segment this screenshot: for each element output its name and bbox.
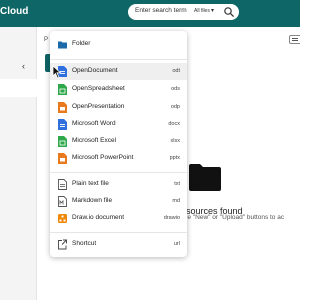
menu-item-extension: ods	[171, 86, 180, 92]
menu-item-label: OpenDocument	[72, 67, 118, 74]
spreadsheet-icon	[58, 84, 67, 95]
menu-item-openpresentation[interactable]: OpenPresentation odp	[50, 99, 187, 116]
menu-item-label: Plain text file	[72, 180, 109, 187]
search-bar[interactable]: Enter search term All files ▾	[128, 4, 239, 20]
menu-divider	[50, 59, 187, 60]
menu-item-extension: odp	[170, 104, 180, 110]
presentation-icon	[58, 102, 67, 113]
menu-item-extension: pptx	[169, 155, 180, 161]
menu-item-openspreadsheet[interactable]: OpenSpreadsheet ods	[50, 81, 187, 98]
menu-item-label: Folder	[72, 40, 91, 47]
app-brand[interactable]: Cloud	[0, 6, 28, 17]
drawio-icon	[58, 214, 67, 223]
new-item-menu: Folder OpenDocument odt OpenSpreadsheet …	[50, 31, 187, 257]
menu-item-label: Microsoft Excel	[72, 137, 117, 144]
menu-item-plain-text-file[interactable]: Plain text file txt	[50, 176, 187, 193]
breadcrumb[interactable]: P	[44, 37, 48, 43]
folder-icon	[58, 41, 67, 49]
chevron-down-icon[interactable]: ▾	[211, 7, 214, 14]
spreadsheet-icon	[58, 136, 67, 147]
menu-item-microsoft-word[interactable]: Microsoft Word docx	[50, 116, 187, 133]
mouse-pointer-icon	[52, 65, 62, 79]
empty-state-subtitle: the "New" or "Upload" buttons to ac	[182, 214, 285, 221]
document-icon	[58, 119, 67, 130]
menu-item-opendocument[interactable]: OpenDocument odt	[50, 63, 187, 80]
text-file-icon	[58, 179, 67, 190]
menu-item-extension: drawio	[163, 215, 180, 221]
search-input[interactable]: Enter search term	[135, 7, 187, 14]
menu-item-folder[interactable]: Folder	[50, 36, 187, 53]
menu-item-markdown-file[interactable]: Markdown file md	[50, 193, 187, 210]
menu-item-extension: docx	[168, 121, 180, 127]
markdown-file-icon	[58, 196, 67, 207]
menu-item-extension: url	[173, 241, 180, 247]
menu-item-label: Microsoft Word	[72, 120, 116, 127]
menu-item-extension: txt	[174, 181, 180, 187]
search-icon[interactable]	[223, 6, 235, 18]
menu-divider	[50, 172, 187, 173]
menu-item-label: OpenPresentation	[72, 103, 125, 110]
menu-divider	[50, 232, 187, 233]
menu-item-microsoft-powerpoint[interactable]: Microsoft PowerPoint pptx	[50, 150, 187, 167]
menu-item-extension: odt	[172, 68, 180, 74]
menu-item-label: Microsoft PowerPoint	[72, 154, 134, 161]
menu-item-label: OpenSpreadsheet	[72, 85, 125, 92]
menu-item-label: Shortcut	[72, 240, 97, 247]
menu-item-drawio-document[interactable]: Draw.io document drawio	[50, 210, 187, 227]
search-filter-select[interactable]: All files	[194, 8, 210, 14]
menu-item-label: Draw.io document	[72, 214, 125, 221]
menu-item-extension: xlsx	[170, 138, 180, 144]
sidebar-item-selected[interactable]	[0, 79, 37, 97]
empty-folder-icon	[189, 164, 221, 191]
left-sidebar: ‹	[0, 27, 37, 300]
menu-item-shortcut[interactable]: Shortcut url	[50, 236, 187, 253]
menu-item-label: Markdown file	[72, 197, 113, 204]
menu-item-microsoft-excel[interactable]: Microsoft Excel xlsx	[50, 133, 187, 150]
menu-item-extension: md	[172, 198, 180, 204]
shortcut-icon	[58, 239, 67, 250]
top-bar: Cloud Enter search term All files ▾	[0, 0, 300, 27]
list-view-toggle-icon[interactable]	[289, 35, 300, 44]
collapse-sidebar-icon[interactable]: ‹	[22, 61, 25, 71]
presentation-icon	[58, 153, 67, 164]
